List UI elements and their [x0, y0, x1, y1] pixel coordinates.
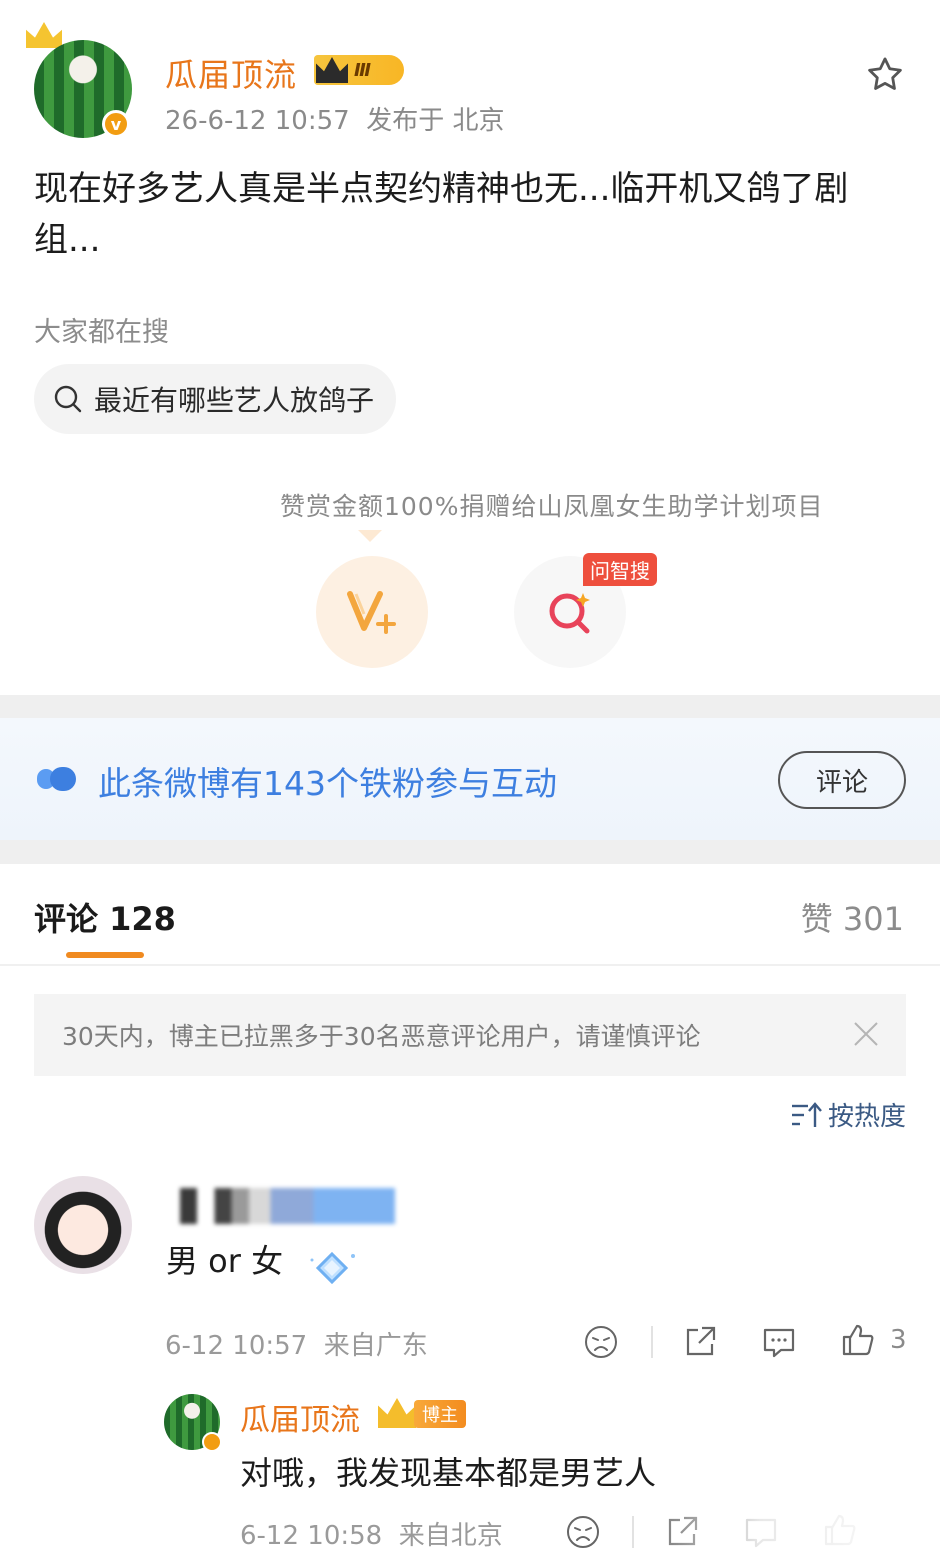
commenter-name-blurred[interactable] [180, 1188, 395, 1224]
verified-badge-icon: v [102, 110, 130, 138]
vip-crown-icon [378, 1398, 416, 1428]
donate-info: 赞赏金额100%捐赠给山凤凰女生助学计划项目 [280, 492, 824, 521]
post-location: 发布于 北京 [366, 106, 505, 136]
dislike-face-icon[interactable] [565, 1514, 601, 1550]
banner-comment-button[interactable]: 评论 [778, 751, 906, 809]
star-icon[interactable] [864, 54, 906, 96]
fans-interaction-text: 此条微博有143个铁粉参与互动 [98, 764, 557, 803]
dislike-face-icon[interactable] [583, 1324, 619, 1360]
hot-search-query: 最近有哪些艺人放鸽子 [94, 384, 375, 417]
vip-crown-icon [316, 57, 348, 83]
hot-search-chip[interactable]: 最近有哪些艺人放鸽子 [34, 364, 397, 434]
reply-author-name[interactable]: 瓜届顶流 [240, 1395, 360, 1439]
section-divider [0, 695, 940, 718]
ask-search-tag: 问智搜 [583, 553, 657, 586]
post-body: 现在好多艺人真是半点契约精神也无...临开机又鸽了剧组... [34, 169, 849, 260]
tab-divider [0, 964, 940, 966]
close-icon[interactable] [852, 1020, 880, 1048]
tab-likes[interactable]: 赞 301 [801, 894, 904, 940]
bottom-fade-overlay [640, 1500, 940, 1568]
sort-icon [791, 1101, 822, 1127]
crown-icon [26, 22, 62, 48]
donate-pointer [358, 530, 382, 542]
vip-level: Ⅲ [354, 59, 372, 81]
ai-search-icon [549, 593, 590, 634]
reply-meta: 6-12 10:58 来自北京 [240, 1515, 503, 1552]
reply-text: 对哦，我发现基本都是男艺人 [240, 1454, 657, 1492]
action-separator [651, 1326, 653, 1358]
vip-level-badge[interactable]: Ⅲ [314, 55, 404, 85]
reward-v-plus-icon [347, 591, 396, 634]
action-separator [632, 1516, 634, 1548]
active-tab-indicator [66, 952, 144, 958]
blocklist-notice: 30天内，博主已拉黑多于30名恶意评论用户，请谨慎评论 [34, 994, 906, 1076]
reply-location: 来自北京 [398, 1521, 503, 1551]
post-meta: 26-6-12 10:57 发布于 北京 [165, 100, 504, 137]
comment-bubble-icon[interactable] [761, 1324, 797, 1360]
comment-text: 男 or 女 [166, 1242, 284, 1280]
notice-text: 30天内，博主已拉黑多于30名恶意评论用户，请谨慎评论 [62, 1022, 701, 1051]
thumbs-up-icon[interactable] [840, 1322, 876, 1358]
diamond-sparkle-icon [310, 1251, 355, 1285]
like-count: 3 [890, 1325, 907, 1355]
comment-location: 来自广东 [323, 1331, 428, 1361]
blogger-tag: 博主 [414, 1400, 466, 1428]
share-icon[interactable] [682, 1324, 718, 1360]
comment-meta: 6-12 10:57 来自广东 [165, 1325, 428, 1362]
comment-time: 6-12 10:57 [165, 1331, 308, 1361]
sort-by-hot-button[interactable]: 按热度 [790, 1096, 906, 1133]
commenter-avatar[interactable] [34, 1176, 132, 1274]
reward-button[interactable] [316, 556, 428, 668]
search-icon [54, 385, 82, 413]
verified-badge-icon [202, 1432, 222, 1452]
author-name[interactable]: 瓜届顶流 [165, 50, 297, 96]
hot-search-label: 大家都在搜 [34, 317, 169, 348]
tab-comments[interactable]: 评论 128 [34, 894, 176, 940]
iron-fan-icon [37, 767, 76, 791]
section-divider [0, 840, 940, 864]
post-time: 26-6-12 10:57 [165, 106, 350, 136]
reply-time: 6-12 10:58 [240, 1521, 383, 1551]
sort-label: 按热度 [827, 1102, 906, 1132]
